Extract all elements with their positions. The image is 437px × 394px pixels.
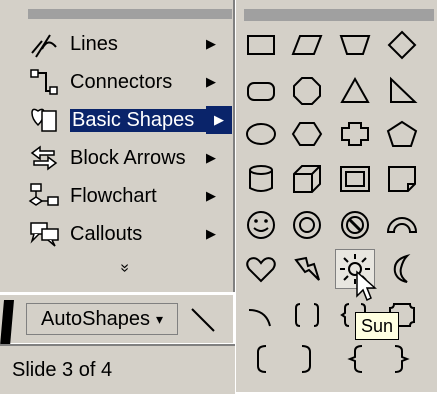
donut-icon xyxy=(293,211,321,239)
palette-drag-bar[interactable] xyxy=(244,9,434,21)
menu-item-label: Callouts xyxy=(70,222,143,245)
right-brace-icon xyxy=(394,345,410,373)
arc-icon xyxy=(248,309,271,327)
smiley-face-icon xyxy=(247,211,275,239)
mouse-pointer-icon xyxy=(356,270,377,302)
menu-item-connectors[interactable]: Connectors ▶ xyxy=(28,64,232,100)
autoshapes-button[interactable]: AutoShapes ▾ xyxy=(26,303,178,335)
octagon-icon xyxy=(293,77,321,105)
shape-octagon-button[interactable] xyxy=(288,72,326,110)
shape-left-brace-button[interactable] xyxy=(336,340,374,378)
bevel-icon xyxy=(340,166,370,192)
block-arc-icon xyxy=(386,217,418,233)
shape-pentagon-button[interactable] xyxy=(383,115,421,153)
shape-right-bracket-button[interactable] xyxy=(288,340,326,378)
shape-cube-button[interactable] xyxy=(288,160,326,198)
callouts-icon xyxy=(30,222,59,247)
shape-lightning-bolt-button[interactable] xyxy=(288,250,326,288)
shape-isosceles-triangle-button[interactable] xyxy=(336,72,374,110)
shape-diamond-button[interactable] xyxy=(383,26,421,64)
block-arrows-icon xyxy=(30,145,58,171)
shape-folded-corner-button[interactable] xyxy=(383,160,421,198)
menu-item-lines[interactable]: Lines ▶ xyxy=(28,26,232,62)
parallelogram-icon xyxy=(291,35,323,55)
right-bracket-icon xyxy=(301,345,311,373)
expand-menu-chevron-icon[interactable]: » xyxy=(115,264,133,273)
menu-item-block-arrows[interactable]: Block Arrows ▶ xyxy=(28,140,232,176)
basic-shapes-icon xyxy=(31,108,57,132)
shape-tooltip: Sun xyxy=(355,312,400,340)
double-bracket-icon xyxy=(295,303,319,327)
menu-item-label: Lines xyxy=(70,32,118,55)
submenu-arrow-icon: ▶ xyxy=(206,74,216,89)
oval-icon xyxy=(246,123,276,145)
menu-item-callouts[interactable]: Callouts ▶ xyxy=(28,216,232,252)
submenu-arrow-icon: ▶ xyxy=(206,36,216,51)
shape-left-bracket-button[interactable] xyxy=(242,340,280,378)
menu-item-flowchart[interactable]: Flowchart ▶ xyxy=(28,178,232,214)
shape-donut-button[interactable] xyxy=(288,206,326,244)
diamond-icon xyxy=(387,30,417,60)
menu-item-label: Basic Shapes xyxy=(70,108,206,132)
shape-heart-button[interactable] xyxy=(242,250,280,288)
no-symbol-icon xyxy=(341,211,369,239)
heart-icon xyxy=(246,257,276,283)
hexagon-icon xyxy=(291,122,323,146)
shape-no-symbol-button[interactable] xyxy=(336,206,374,244)
submenu-arrow-icon: ▶ xyxy=(206,226,216,241)
folded-corner-icon xyxy=(388,166,416,192)
submenu-arrow-icon: ▶ xyxy=(206,188,216,203)
shape-moon-button[interactable] xyxy=(383,250,421,288)
shape-right-triangle-button[interactable] xyxy=(383,72,421,110)
lines-icon xyxy=(31,34,57,58)
menu-drag-bar[interactable] xyxy=(28,9,232,19)
shape-arc-button[interactable] xyxy=(242,296,280,334)
basic-shapes-palette xyxy=(235,0,437,392)
menu-item-basic-shapes[interactable]: Basic Shapes ▶ xyxy=(28,102,232,138)
shape-block-arc-button[interactable] xyxy=(383,206,421,244)
shape-oval-button[interactable] xyxy=(242,115,280,153)
rounded-rectangle-icon xyxy=(247,82,275,101)
shape-double-bracket-button[interactable] xyxy=(288,296,326,334)
rectangle-icon xyxy=(247,35,275,55)
lightning-bolt-icon xyxy=(294,256,320,281)
shape-trapezoid-button[interactable] xyxy=(336,26,374,64)
shape-smiley-face-button[interactable] xyxy=(242,206,280,244)
background-edge xyxy=(0,300,14,346)
connectors-icon xyxy=(30,69,58,95)
shape-bevel-button[interactable] xyxy=(336,160,374,198)
drawing-toolbar: AutoShapes ▾ xyxy=(0,294,233,343)
submenu-arrow-icon: ▶ xyxy=(206,150,216,165)
shape-can-button[interactable] xyxy=(242,160,280,198)
can-icon xyxy=(249,165,273,192)
left-bracket-icon xyxy=(257,345,267,373)
menu-item-label: Flowchart xyxy=(70,184,157,207)
dropdown-arrow-icon: ▾ xyxy=(155,310,163,327)
flowchart-icon xyxy=(28,183,59,206)
cross-icon xyxy=(341,122,369,146)
status-bar: Slide 3 of 4 xyxy=(0,344,235,394)
menu-item-label: Connectors xyxy=(70,70,173,93)
cube-icon xyxy=(293,165,321,193)
trapezoid-icon xyxy=(339,35,371,55)
shape-cross-button[interactable] xyxy=(336,115,374,153)
submenu-arrow-icon: ▶ xyxy=(206,106,232,134)
shape-hexagon-button[interactable] xyxy=(288,115,326,153)
shape-parallelogram-button[interactable] xyxy=(288,26,326,64)
moon-icon xyxy=(393,253,411,283)
left-brace-icon xyxy=(347,345,363,373)
slide-indicator: Slide 3 of 4 xyxy=(12,358,113,381)
autoshapes-label: AutoShapes xyxy=(40,307,150,330)
line-tool-icon[interactable] xyxy=(184,303,220,335)
pentagon-icon xyxy=(386,120,418,147)
shape-rounded-rectangle-button[interactable] xyxy=(242,72,280,110)
isosceles-triangle-icon xyxy=(340,76,370,103)
autoshapes-menu: Lines ▶ Connectors ▶ Basic Shapes ▶ Bloc… xyxy=(0,0,235,292)
menu-item-label: Block Arrows xyxy=(70,146,186,169)
shape-right-brace-button[interactable] xyxy=(383,340,421,378)
right-triangle-icon xyxy=(390,76,418,103)
shape-rectangle-button[interactable] xyxy=(242,26,280,64)
